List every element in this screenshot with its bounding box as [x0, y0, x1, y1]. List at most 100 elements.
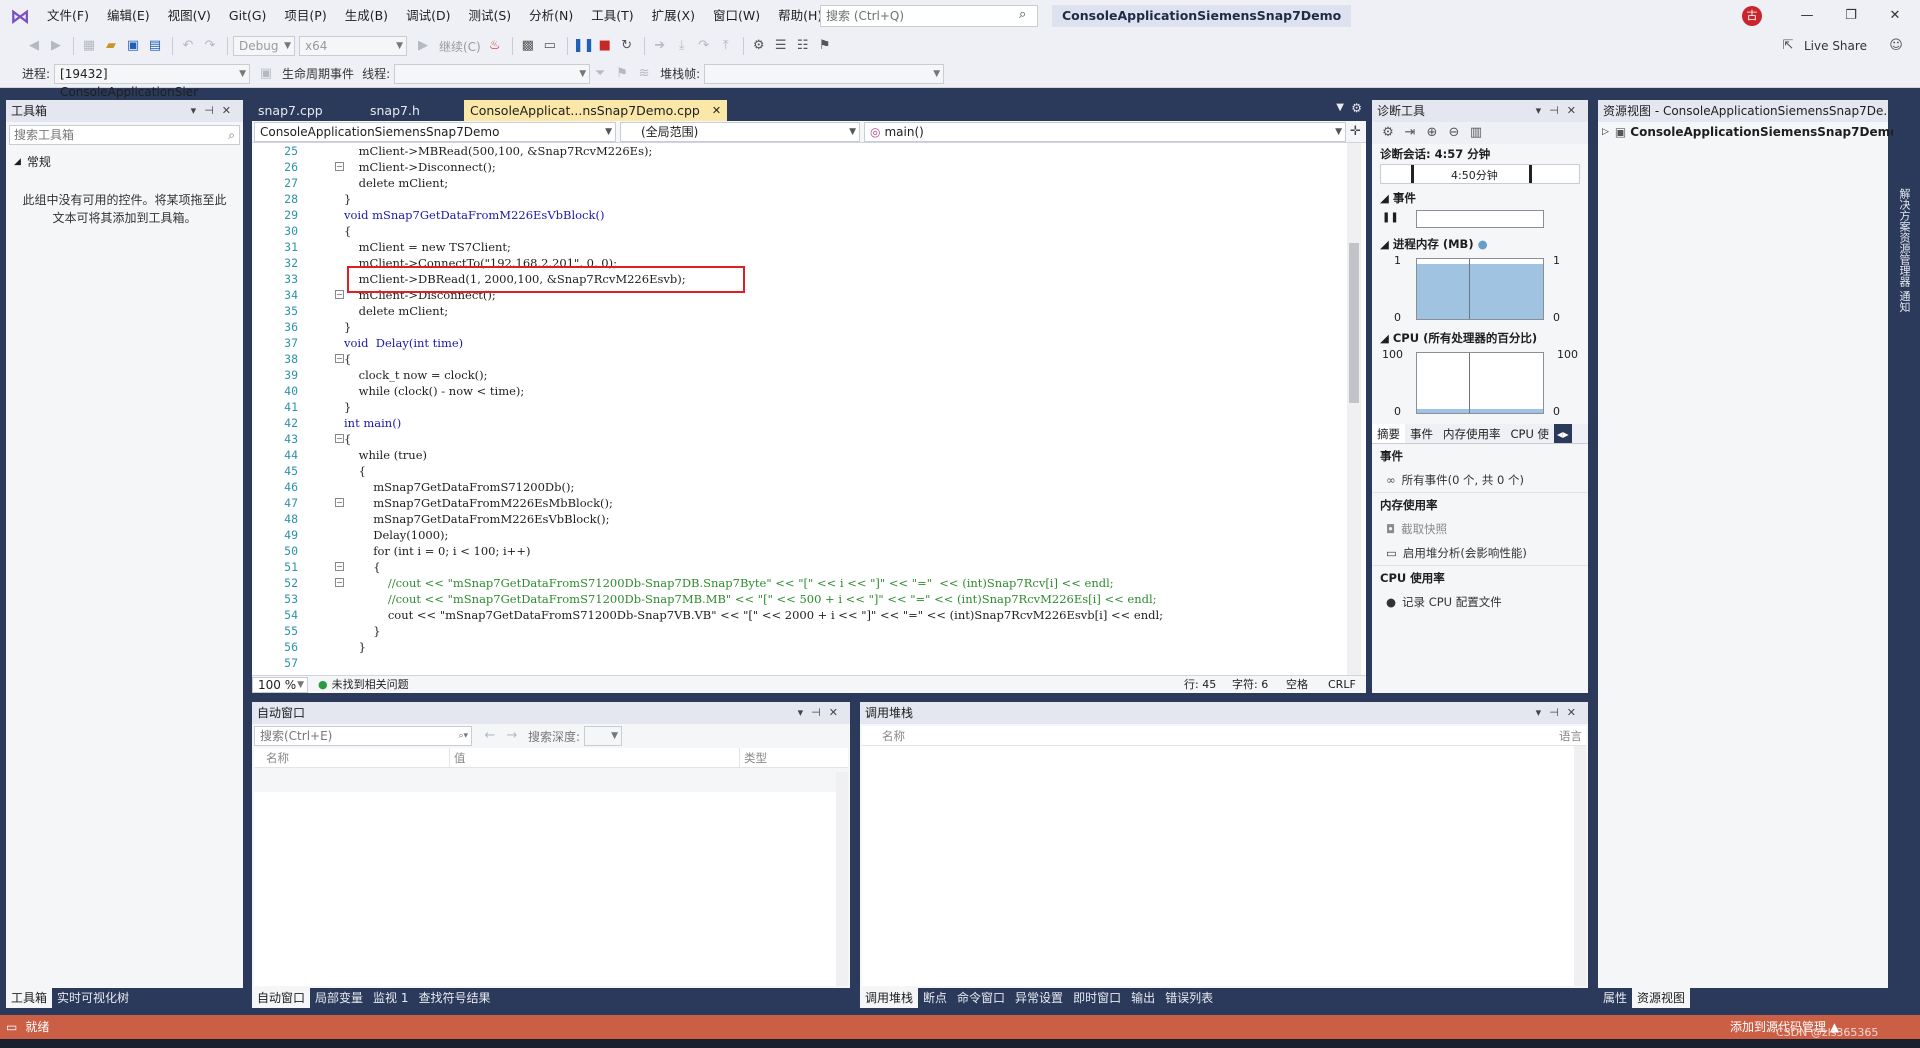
filter-icon[interactable]: ⏷ — [590, 64, 610, 84]
code-line[interactable]: { — [344, 463, 1344, 479]
toolbox-group-general[interactable]: ◢ 常规 — [6, 148, 243, 175]
call-stack-scrollbar[interactable] — [1574, 746, 1586, 986]
events-track[interactable]: ❚❚ — [1380, 208, 1580, 230]
menu-debug[interactable]: 调试(D) — [397, 0, 459, 32]
code-line[interactable]: clock_t now = clock(); — [344, 367, 1344, 383]
restore-icon[interactable]: ❐ — [1828, 0, 1874, 32]
tab-properties[interactable]: 属性 — [1598, 988, 1632, 1008]
bookmark-icon[interactable]: ⚑ — [815, 36, 835, 56]
redo-icon[interactable]: ↷ — [200, 36, 220, 56]
project-nav-dropdown[interactable]: ConsoleApplicationSiemensSnap7Demo ▼ — [254, 122, 616, 142]
fold-toggle-icon[interactable]: − — [335, 290, 344, 299]
hot-reload-icon[interactable]: ♨ — [485, 36, 505, 56]
col-value[interactable]: 值 — [450, 748, 740, 767]
menu-analyze[interactable]: 分析(N) — [520, 0, 582, 32]
zoom-out-icon[interactable]: ⊖ — [1444, 123, 1464, 143]
lifecycle-events-button[interactable]: 生命周期事件 — [282, 65, 354, 82]
col-name[interactable]: 名称 — [254, 748, 450, 767]
code-line[interactable]: mSnap7GetDataFromS71200Db(); — [344, 479, 1344, 495]
stackframe-dropdown[interactable]: ▼ — [704, 63, 945, 84]
panel-pin-close-icon[interactable]: ▾⊣✕ — [191, 100, 239, 122]
tab-error-list[interactable]: 错误列表 — [1160, 988, 1218, 1008]
code-line[interactable]: { — [344, 559, 1344, 575]
step-out-icon[interactable]: ⤒ — [716, 36, 736, 56]
code-line[interactable]: { — [344, 431, 1344, 447]
reset-view-icon[interactable]: ▥ — [1466, 123, 1486, 143]
cpu-chart[interactable]: 100 0 100 0 — [1380, 348, 1580, 418]
continue-play-icon[interactable]: ▶ — [413, 36, 433, 56]
menu-test[interactable]: 测试(S) — [459, 0, 520, 32]
open-folder-icon[interactable]: ▰ — [101, 36, 121, 56]
menu-project[interactable]: 项目(P) — [275, 0, 335, 32]
tab-immediate-window[interactable]: 即时窗口 — [1068, 988, 1126, 1008]
tab-main-cpp[interactable]: ConsoleApplicat...nsSnap7Demo.cpp ✕ — [464, 100, 728, 121]
code-line[interactable] — [344, 655, 1344, 671]
split-view-icon[interactable]: ✛ — [1350, 124, 1361, 139]
code-line[interactable]: } — [344, 639, 1344, 655]
tab-cpu[interactable]: CPU 使 — [1506, 424, 1555, 443]
comment-icon[interactable]: ☰ — [771, 36, 791, 56]
code-line[interactable]: cout << "mSnap7GetDataFromS71200Db-Snap7… — [344, 607, 1344, 623]
code-line[interactable]: } — [344, 623, 1344, 639]
menu-extensions[interactable]: 扩展(X) — [643, 0, 704, 32]
close-window-icon[interactable]: ✕ — [1872, 0, 1918, 32]
save-all-icon[interactable]: ▤ — [145, 36, 165, 56]
user-avatar-icon[interactable]: 古 — [1742, 6, 1762, 26]
code-line[interactable]: void mSnap7GetDataFromM226EsVbBlock() — [344, 207, 1344, 223]
code-line[interactable]: void Delay(int time) — [344, 335, 1344, 351]
flag-icon[interactable]: ⚑ — [612, 64, 632, 84]
heap-profiling-button[interactable]: ▭ 启用堆分析(会影响性能) — [1372, 541, 1588, 565]
autos-scrollbar[interactable] — [836, 772, 848, 986]
tab-watch-1[interactable]: 监视 1 — [368, 988, 413, 1008]
col-type[interactable]: 类型 — [740, 748, 767, 767]
feedback-icon[interactable]: ☺ — [1886, 36, 1906, 56]
step-over-icon[interactable]: ↷ — [694, 36, 714, 56]
threads-icon[interactable]: ≋ — [634, 64, 654, 84]
continue-button[interactable]: 继续(C) — [439, 38, 481, 55]
code-line[interactable]: for (int i = 0; i < 100; i++) — [344, 543, 1344, 559]
breakpoint-toggle-icon[interactable]: ⚙ — [749, 36, 769, 56]
zoom-in-icon[interactable]: ⊕ — [1422, 123, 1442, 143]
editor-scroll-thumb[interactable] — [1349, 243, 1359, 403]
issues-status[interactable]: 未找到相关问题 — [332, 676, 409, 694]
restart-icon[interactable]: ↻ — [617, 36, 637, 56]
tab-summary[interactable]: 摘要 — [1372, 424, 1405, 443]
tab-live-visual-tree[interactable]: 实时可视化树 — [52, 988, 134, 1008]
live-share-button[interactable]: ⇱ Live Share — [1778, 36, 1871, 56]
code-line[interactable]: int main() — [344, 415, 1344, 431]
tab-output[interactable]: 输出 — [1126, 988, 1160, 1008]
platform-dropdown[interactable]: x64 ▼ — [299, 36, 407, 56]
code-line[interactable]: } — [344, 191, 1344, 207]
menu-tools[interactable]: 工具(T) — [582, 0, 642, 32]
tab-find-symbol[interactable]: 查找符号结果 — [413, 988, 495, 1008]
code-line[interactable]: delete mClient; — [344, 175, 1344, 191]
code-line[interactable]: Delay(1000); — [344, 527, 1344, 543]
stop-icon[interactable]: ■ — [595, 36, 615, 56]
tab-memory-usage[interactable]: 内存使用率 — [1438, 424, 1506, 443]
take-snapshot-button[interactable]: ◘ 截取快照 — [1372, 517, 1588, 541]
code-line[interactable]: { — [344, 223, 1344, 239]
tab-command-window[interactable]: 命令窗口 — [952, 988, 1010, 1008]
fold-toggle-icon[interactable]: − — [335, 434, 344, 443]
screenshot-icon[interactable]: ▭ — [540, 36, 560, 56]
process-dropdown[interactable]: [19432] ConsoleApplicationSier ▼ — [54, 63, 251, 99]
code-line[interactable]: while (true) — [344, 447, 1344, 463]
export-icon[interactable]: ⇥ — [1400, 123, 1420, 143]
show-next-statement-icon[interactable]: ➔ — [650, 36, 670, 56]
line-ending[interactable]: CRLF — [1328, 676, 1356, 694]
pause-icon[interactable]: ❚❚ — [1382, 212, 1399, 223]
code-line[interactable]: while (clock() - now < time); — [344, 383, 1344, 399]
panel-pin-close-icon[interactable]: ▾⊣✕ — [1536, 702, 1584, 724]
gear-icon[interactable]: ⚙ — [1378, 123, 1398, 143]
diagnostics-icon[interactable]: ▩ — [518, 36, 538, 56]
back-icon[interactable]: ◀ — [24, 36, 44, 56]
search-back-icon[interactable]: ← — [480, 726, 500, 746]
thread-dropdown[interactable]: ▼ — [394, 63, 591, 84]
menu-edit[interactable]: 编辑(E) — [98, 0, 159, 32]
tab-snap7-cpp[interactable]: snap7.cpp — [252, 100, 364, 121]
whitespace-mode[interactable]: 空格 — [1286, 676, 1308, 694]
global-search-input[interactable]: 搜索 (Ctrl+Q) ⌕ — [820, 5, 1038, 27]
call-stack-grid-body[interactable] — [862, 746, 1574, 986]
tab-locals[interactable]: 局部变量 — [310, 988, 368, 1008]
resource-tree-root[interactable]: ▷ ▣ ConsoleApplicationSiemensSnap7Demo — [1598, 122, 1898, 142]
